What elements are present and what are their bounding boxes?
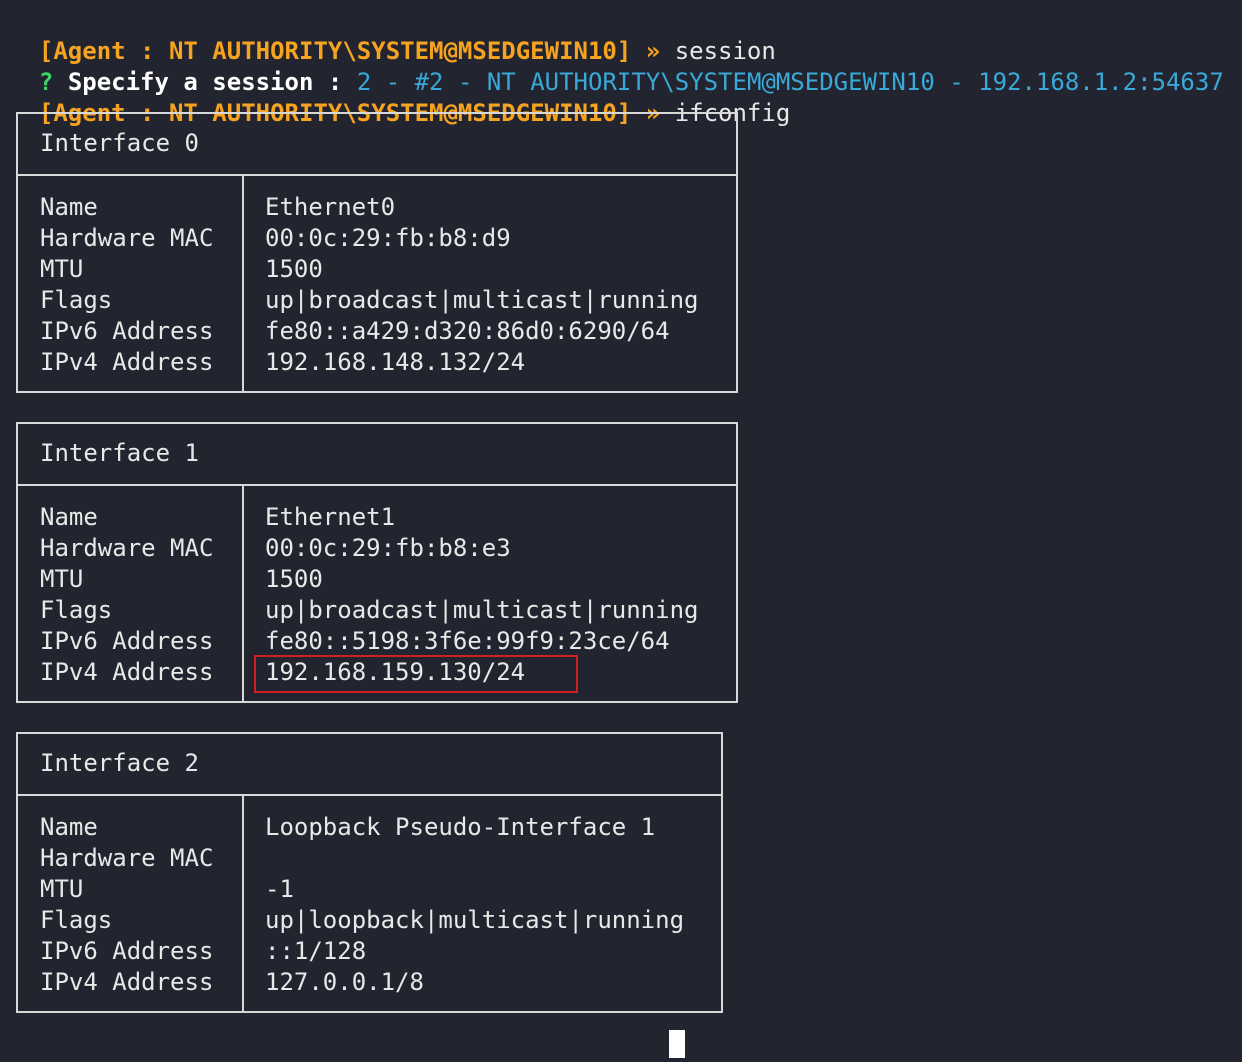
value-ipv6: ::1/128 [265,937,367,965]
key-name: Name [40,813,98,841]
key-mtu: MTU [40,565,84,593]
value-flags: up|loopback|multicast|running [265,906,685,934]
column-divider [242,486,244,701]
value-ipv6: fe80::a429:d320:86d0:6290/64 [265,317,670,345]
key-hardware-mac: Hardware MAC [40,844,214,872]
value-ipv4: 192.168.148.132/24 [265,348,526,376]
value-flags: up|broadcast|multicast|running [265,596,699,624]
key-name: Name [40,193,98,221]
value-hardware-mac [265,843,684,874]
column-divider [242,176,244,391]
column-divider [242,796,244,1011]
terminal-line: [Agent : NT AUTHORITY\SYSTEM@MSEDGEWIN10… [10,67,790,127]
interface-header: Interface 1 [18,424,736,486]
key-ipv4: IPv4 Address [40,658,214,686]
interface-keys: Name Hardware MAC MTU Flags IPv6 Address… [40,192,213,378]
interface-header: Interface 0 [18,114,736,176]
key-flags: Flags [40,906,113,934]
value-ipv6: fe80::5198:3f6e:99f9:23ce/64 [265,627,670,655]
terminal-line: ? Specify a session : 2 - #2 - NT AUTHOR… [10,36,1224,96]
ipv4-highlight-box [254,655,578,693]
key-ipv4: IPv4 Address [40,968,214,996]
value-ipv4: 127.0.0.1/8 [265,968,424,996]
value-mtu: 1500 [265,565,323,593]
value-hardware-mac: 00:0c:29:fb:b8:e3 [265,534,511,562]
interface-values: Loopback Pseudo-Interface 1 -1 up|loopba… [265,812,684,998]
key-ipv6: IPv6 Address [40,937,214,965]
key-ipv6: IPv6 Address [40,627,214,655]
interface-values: Ethernet0 00:0c:29:fb:b8:d9 1500 up|broa… [265,192,698,378]
interface-table: Interface 0 Name Hardware MAC MTU Flags … [16,112,738,393]
key-ipv4: IPv4 Address [40,348,214,376]
key-ipv6: IPv6 Address [40,317,214,345]
value-mtu: 1500 [265,255,323,283]
value-hardware-mac: 00:0c:29:fb:b8:d9 [265,224,511,252]
value-flags: up|broadcast|multicast|running [265,286,699,314]
interface-table: Interface 2 Name Hardware MAC MTU Flags … [16,732,723,1013]
value-name: Ethernet0 [265,193,396,221]
key-flags: Flags [40,596,113,624]
interface-title: Interface 2 [40,749,199,777]
key-name: Name [40,503,98,531]
interface-title: Interface 0 [40,129,199,157]
key-hardware-mac: Hardware MAC [40,534,214,562]
interface-keys: Name Hardware MAC MTU Flags IPv6 Address… [40,502,213,688]
value-mtu: -1 [265,875,294,903]
interface-keys: Name Hardware MAC MTU Flags IPv6 Address… [40,812,213,998]
terminal-input-line[interactable]: [Agent : NT AUTHORITY\SYSTEM@MSEDGEWIN10… [10,1028,660,1062]
key-flags: Flags [40,286,113,314]
interface-header: Interface 2 [18,734,721,796]
key-mtu: MTU [40,875,84,903]
interface-title: Interface 1 [40,439,199,467]
terminal-line: [Agent : NT AUTHORITY\SYSTEM@MSEDGEWIN10… [10,5,776,65]
terminal-cursor[interactable] [669,1030,685,1058]
value-name: Loopback Pseudo-Interface 1 [265,813,656,841]
value-name: Ethernet1 [265,503,396,531]
key-hardware-mac: Hardware MAC [40,224,214,252]
key-mtu: MTU [40,255,84,283]
